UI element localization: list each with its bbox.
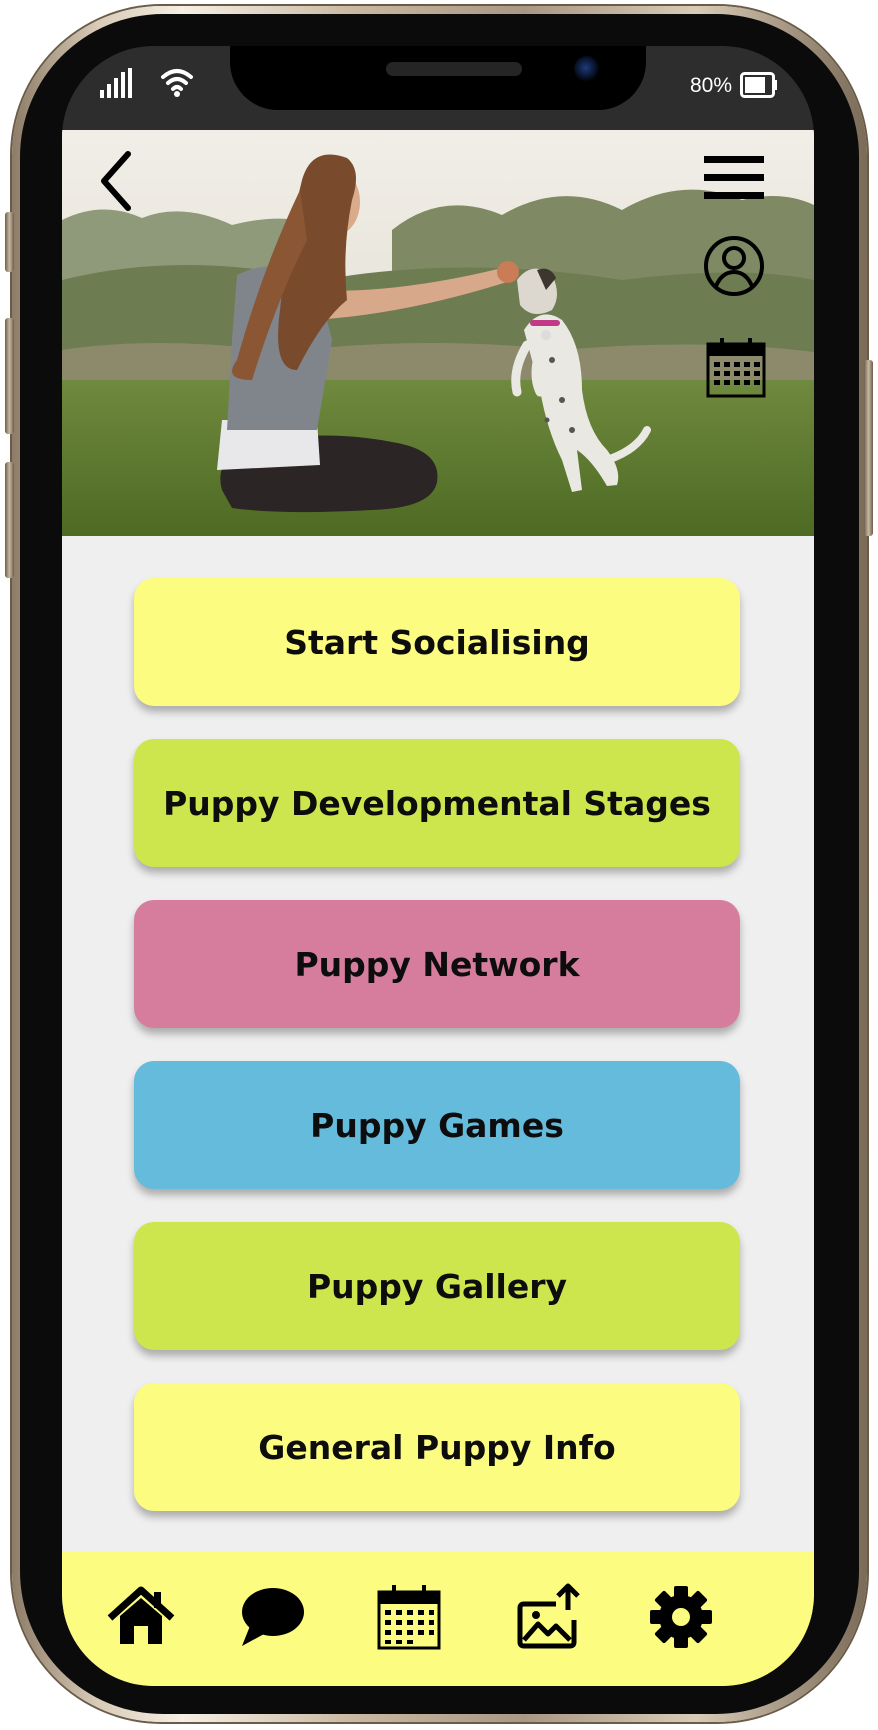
hero-image	[62, 130, 814, 536]
volume-up-button	[5, 318, 14, 434]
calendar-icon[interactable]	[374, 1582, 444, 1652]
earpiece-speaker	[386, 62, 522, 76]
button-label: General Puppy Info	[258, 1427, 616, 1467]
button-label: Puppy Games	[310, 1105, 564, 1145]
app-content: Start Socialising Puppy Developmental St…	[62, 130, 814, 1686]
user-profile-icon[interactable]	[702, 234, 766, 298]
battery-icon	[740, 72, 777, 98]
settings-gear-icon[interactable]	[646, 1582, 716, 1652]
chat-bubble-icon[interactable]	[236, 1582, 306, 1652]
wifi-icon	[161, 69, 193, 97]
puppy-games-button[interactable]: Puppy Games	[134, 1061, 740, 1189]
image-upload-icon[interactable]	[516, 1582, 586, 1652]
power-button	[864, 360, 873, 536]
puppy-network-button[interactable]: Puppy Network	[134, 900, 740, 1028]
home-icon[interactable]	[106, 1582, 176, 1652]
general-puppy-info-button[interactable]: General Puppy Info	[134, 1383, 740, 1511]
volume-down-button	[5, 462, 14, 578]
button-label: Start Socialising	[284, 622, 590, 662]
button-label: Puppy Network	[294, 944, 580, 984]
front-camera	[574, 56, 600, 82]
status-bar: 80%	[62, 46, 814, 130]
puppy-gallery-button[interactable]: Puppy Gallery	[134, 1222, 740, 1350]
button-label: Puppy Developmental Stages	[163, 783, 711, 823]
phone-screen: 80% Start Socialising Puppy Developmenta…	[62, 46, 814, 1686]
battery-percentage: 80%	[690, 74, 733, 97]
calendar-icon[interactable]	[706, 336, 766, 398]
signal-icon	[100, 68, 132, 98]
puppy-developmental-stages-button[interactable]: Puppy Developmental Stages	[134, 739, 740, 867]
silent-switch	[5, 212, 14, 272]
button-label: Puppy Gallery	[306, 1266, 568, 1306]
start-socialising-button[interactable]: Start Socialising	[134, 578, 740, 706]
bottom-navigation	[62, 1552, 814, 1686]
back-arrow-icon[interactable]	[94, 146, 142, 216]
notch	[230, 46, 646, 110]
hamburger-menu-icon[interactable]	[702, 152, 766, 204]
